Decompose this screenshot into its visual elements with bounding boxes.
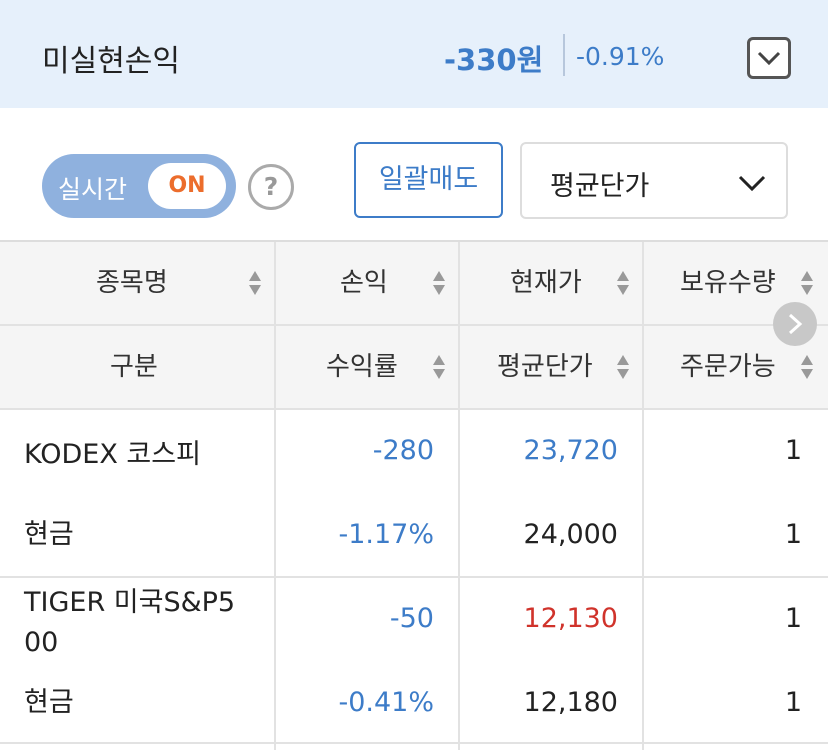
holding-pnl-rate: -0.41% <box>338 687 434 718</box>
chevron-right-icon <box>788 313 803 335</box>
sort-select[interactable]: 평균단가 <box>520 142 788 219</box>
holding-avg-price: 12,180 <box>523 687 618 718</box>
header-pnl[interactable]: 손익 <box>340 266 388 300</box>
realtime-toggle[interactable]: 실시간 ON <box>42 154 236 218</box>
holding-name-line2[interactable]: 00 <box>24 626 58 660</box>
chevron-down-icon <box>738 175 766 192</box>
sort-arrows-icon[interactable] <box>800 270 814 296</box>
header-avg-price[interactable]: 평균단가 <box>497 350 593 384</box>
column-divider <box>642 242 644 750</box>
sort-arrows-icon[interactable] <box>432 270 446 296</box>
header-orderable-qty[interactable]: 주문가능 <box>680 350 776 384</box>
row-divider <box>0 408 828 410</box>
holding-avg-price: 24,000 <box>523 519 618 550</box>
question-circle-icon[interactable]: ? <box>248 164 294 210</box>
scroll-right-button[interactable] <box>773 302 817 346</box>
sort-arrows-icon[interactable] <box>432 354 446 380</box>
sort-arrows-icon[interactable] <box>616 270 630 296</box>
chevron-down-icon <box>757 51 781 66</box>
header-pnl-rate[interactable]: 수익률 <box>326 350 398 384</box>
sort-select-value: 평균단가 <box>550 171 650 202</box>
row-divider <box>0 576 828 578</box>
holding-name-line1[interactable]: TIGER 미국S&P5 <box>24 586 235 620</box>
holding-pnl: -50 <box>389 603 434 634</box>
sort-arrows-icon[interactable] <box>248 270 262 296</box>
unrealized-pnl-label: 미실현손익 <box>42 44 180 79</box>
sort-arrows-icon[interactable] <box>800 354 814 380</box>
holding-type: 현금 <box>24 519 74 550</box>
holding-pnl: -280 <box>372 435 434 466</box>
holding-qty: 1 <box>784 603 802 634</box>
sort-arrows-icon[interactable] <box>616 354 630 380</box>
summary-expand-button[interactable] <box>747 37 791 79</box>
realtime-state-pill: ON <box>148 163 226 209</box>
column-divider <box>458 242 460 750</box>
holding-type: 현금 <box>24 687 74 718</box>
unrealized-pnl-rate: -0.91% <box>576 42 665 71</box>
header-current-price[interactable]: 현재가 <box>510 266 582 300</box>
holding-pnl-rate: -1.17% <box>338 519 434 550</box>
summary-divider <box>563 34 565 76</box>
header-stock-name[interactable]: 종목명 <box>96 266 168 300</box>
header-type: 구분 <box>110 352 158 382</box>
row-divider <box>0 742 828 744</box>
holding-current-price: 23,720 <box>523 435 618 466</box>
holding-orderable-qty: 1 <box>784 687 802 718</box>
realtime-label: 실시간 <box>58 175 128 204</box>
holdings-table: 종목명 손익 현재가 보유수량 구분 수익률 평균단가 주문가능 KODEX 코… <box>0 240 828 750</box>
column-divider <box>274 242 276 750</box>
header-holding-qty[interactable]: 보유수량 <box>680 266 776 300</box>
holding-orderable-qty: 1 <box>784 519 802 550</box>
holding-current-price: 12,130 <box>523 603 618 634</box>
holding-name[interactable]: KODEX 코스피 <box>24 438 201 472</box>
holding-qty: 1 <box>784 435 802 466</box>
row-divider <box>0 324 828 326</box>
unrealized-pnl-amount: -330원 <box>444 43 544 77</box>
unrealized-pnl-summary: 미실현손익 -330원 -0.91% <box>0 0 828 108</box>
bulk-sell-button[interactable]: 일괄매도 <box>354 142 503 218</box>
